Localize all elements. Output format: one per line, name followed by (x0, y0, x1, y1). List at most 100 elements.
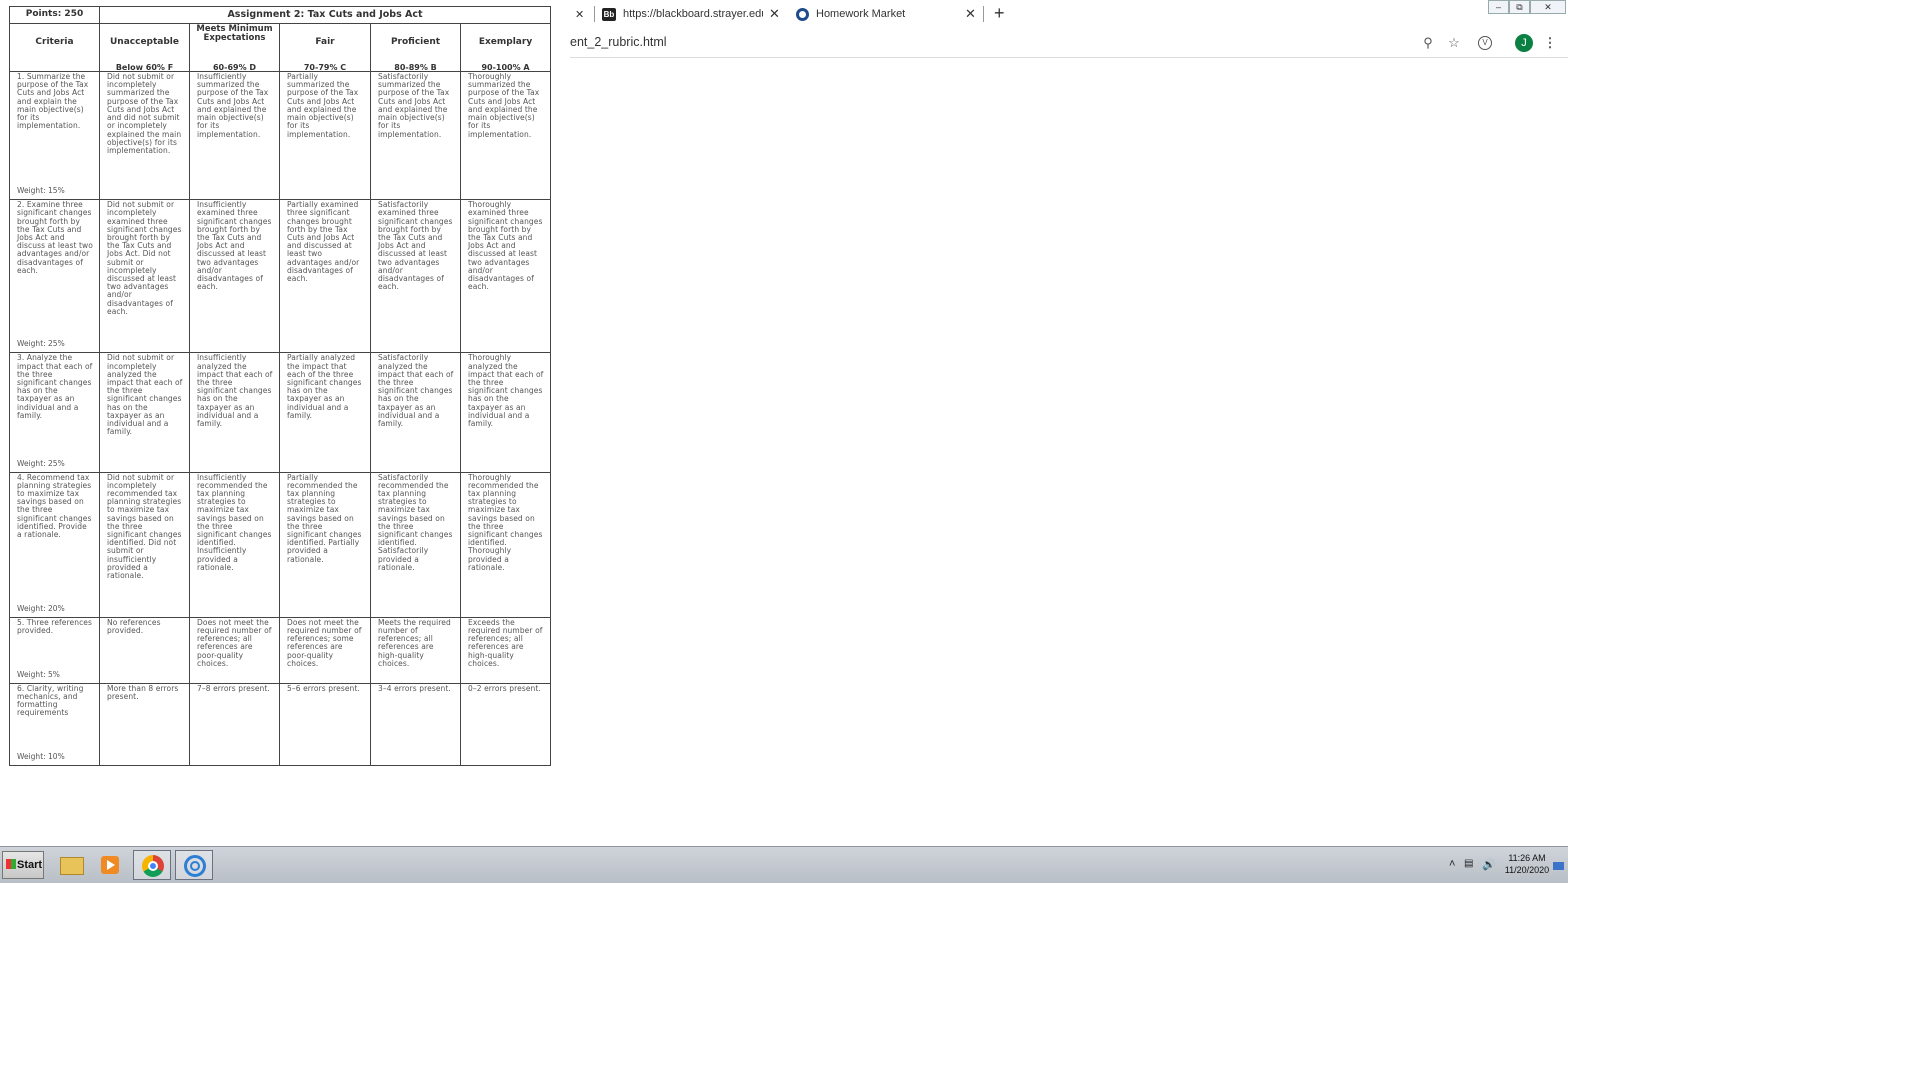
criterion-weight: Weight: 20% (17, 603, 65, 613)
system-clock[interactable]: 11:26 AM 11/20/2020 (1503, 852, 1551, 876)
new-tab-button[interactable]: + (994, 3, 1005, 24)
rubric-cell: Does not meet the required number of ref… (189, 616, 280, 684)
rubric-row: 1. Summarize the purpose of the Tax Cuts… (9, 71, 552, 201)
tab-label: Homework Market (816, 8, 906, 20)
tab-close-previous[interactable]: ✕ (575, 8, 584, 21)
criterion-weight: Weight: 25% (17, 339, 65, 349)
rubric-cell-text: Satisfactorily summarized the purpose of… (378, 72, 450, 139)
criteria-header: Criteria (9, 23, 100, 73)
tab-label: https://blackboard.strayer.edu/bbcs (623, 8, 763, 20)
grade-range: 80-89% B (394, 63, 437, 73)
folder-icon (60, 857, 84, 875)
rubric-cell-text: Insufficiently summarized the purpose of… (197, 72, 269, 139)
criterion-weight: Weight: 25% (17, 458, 65, 468)
rubric-cell: Thoroughly recommended the tax planning … (459, 471, 552, 618)
tab-homework-market[interactable]: Homework Market ✕ (788, 1, 983, 28)
rubric-cell: Insufficiently recommended the tax plann… (189, 471, 280, 618)
windows-flag-icon (6, 859, 16, 869)
close-window-button[interactable]: ✕ (1530, 0, 1566, 14)
network-icon[interactable]: ▤ (1464, 858, 1473, 869)
minimize-button[interactable]: – (1488, 0, 1509, 14)
rubric-row: 5. Three references provided. Weight: 5% N… (9, 616, 552, 684)
criterion-weight: Weight: 10% (17, 752, 65, 761)
start-button[interactable]: Start (2, 851, 44, 879)
rubric-cell-text: More than 8 errors present. (107, 683, 179, 702)
chrome-icon[interactable] (133, 850, 171, 880)
level-header: Meets Minimum Expectations 60-69% D (189, 23, 280, 73)
rubric-cell: Partially recommended the tax planning s… (279, 471, 371, 618)
rubric-cell-text: 3–4 errors present. (378, 683, 451, 693)
action-center-icon[interactable] (1553, 862, 1564, 870)
close-tab-icon[interactable]: ✕ (965, 6, 976, 22)
show-hidden-icons-icon[interactable]: ˄ (1449, 858, 1455, 870)
rubric-cell: Exceeds the required number of reference… (459, 616, 552, 684)
rubric-cell-text: Did not submit or incompletely examined … (107, 200, 182, 316)
criterion-cell: 6. Clarity, writing mechanics, and forma… (9, 682, 100, 767)
rubric-cell-text: Partially recommended the tax planning s… (287, 472, 362, 564)
criterion-text: 3. Analyze the impact that each of the t… (17, 353, 93, 420)
rubric-row: 2. Examine three significant changes bro… (9, 199, 552, 354)
rubric-cell-text: Does not meet the required number of ref… (287, 617, 362, 668)
rubric-cell: Partially analyzed the impact that each … (279, 352, 371, 473)
rubric-cell-text: Did not submit or incompletely analyzed … (107, 353, 183, 437)
criterion-weight: Weight: 5% (17, 669, 60, 679)
rubric-cell-text: Thoroughly summarized the purpose of the… (468, 72, 540, 139)
level-header: Fair 70-79% C (279, 23, 371, 73)
rubric-cell-text: Insufficiently examined three significan… (197, 200, 272, 292)
rubric-cell: 7–8 errors present. (189, 682, 280, 767)
rubric-row: 4. Recommend tax planning strategies to … (9, 471, 552, 618)
rubric-cell-text: Did not submit or incompletely summarize… (107, 72, 182, 155)
criterion-text: 5. Three references provided. (17, 617, 93, 635)
rubric-cell: Did not submit or incompletely analyzed … (99, 352, 190, 473)
rubric-cell: Thoroughly analyzed the impact that each… (459, 352, 552, 473)
level-header: Proficient 80-89% B (370, 23, 461, 73)
rubric-cell-text: Did not submit or incompletely recommend… (107, 472, 182, 581)
blackboard-icon: Bb (602, 8, 616, 21)
close-tab-icon[interactable]: ✕ (769, 6, 780, 22)
swirl-app-icon[interactable] (175, 850, 213, 880)
rubric-table: Points: 250 Assignment 2: Tax Cuts and J… (9, 5, 552, 767)
profile-avatar[interactable]: J (1515, 34, 1533, 52)
homework-market-icon (796, 8, 809, 21)
rubric-cell: Thoroughly summarized the purpose of the… (459, 71, 552, 201)
rubric-cell: Did not submit or incompletely recommend… (99, 471, 190, 618)
criterion-cell: 4. Recommend tax planning strategies to … (9, 471, 100, 618)
rubric-cell: Did not submit or incompletely summarize… (99, 71, 190, 201)
tab-blackboard[interactable]: Bb https://blackboard.strayer.edu/bbcs ✕ (596, 1, 786, 28)
rubric-cell-text: 7–8 errors present. (197, 683, 270, 693)
rubric-cell-text: Partially summarized the purpose of the … (287, 72, 359, 139)
criterion-cell: 1. Summarize the purpose of the Tax Cuts… (9, 71, 100, 201)
rubric-row: 3. Analyze the impact that each of the t… (9, 352, 552, 473)
rubric-cell: Insufficiently analyzed the impact that … (189, 352, 280, 473)
media-player-icon[interactable] (92, 850, 130, 880)
rubric-row: 6. Clarity, writing mechanics, and forma… (9, 682, 552, 767)
taskbar: Start ˄ ▤ 🔊 11:26 AM 11/20/2020 (0, 846, 1568, 883)
grade-range: 90-100% A (481, 63, 530, 73)
criterion-cell: 5. Three references provided. Weight: 5% (9, 616, 100, 684)
criterion-text: 1. Summarize the purpose of the Tax Cuts… (17, 72, 89, 131)
criterion-text: 4. Recommend tax planning strategies to … (17, 472, 92, 540)
rubric-cell: Thoroughly examined three significant ch… (459, 199, 552, 354)
points-header: Points: 250 (9, 5, 100, 25)
file-explorer-icon[interactable] (52, 850, 90, 880)
bookmark-star-icon[interactable]: ☆ (1446, 35, 1462, 51)
url-field[interactable]: ent_2_rubric.html (570, 35, 667, 49)
zoom-icon[interactable]: ⚲ (1420, 35, 1436, 51)
volume-icon[interactable]: 🔊 (1482, 858, 1496, 871)
menu-kebab-icon[interactable]: ⋮ (1542, 35, 1558, 51)
play-icon (101, 856, 119, 874)
tab-separator (983, 6, 984, 22)
rubric-cell-text: Meets the required number of references;… (378, 617, 451, 668)
browser-tab-strip: ✕ Bb https://blackboard.strayer.edu/bbcs… (570, 0, 1568, 29)
rubric-cell-text: Thoroughly analyzed the impact that each… (468, 353, 544, 429)
level-label: Exemplary (478, 37, 533, 48)
restore-button[interactable]: ⧉ (1509, 0, 1530, 14)
rubric-cell: Partially examined three significant cha… (279, 199, 371, 354)
level-header: Unacceptable Below 60% F (99, 23, 190, 73)
grade-range: 70-79% C (303, 63, 347, 73)
rubric-cell-text: 0–2 errors present. (468, 683, 541, 693)
clock-time: 11:26 AM (1508, 853, 1546, 863)
rubric-cell: More than 8 errors present. (99, 682, 190, 767)
extension-icon[interactable]: V (1478, 36, 1492, 50)
grade-range: 60-69% D (212, 63, 257, 73)
